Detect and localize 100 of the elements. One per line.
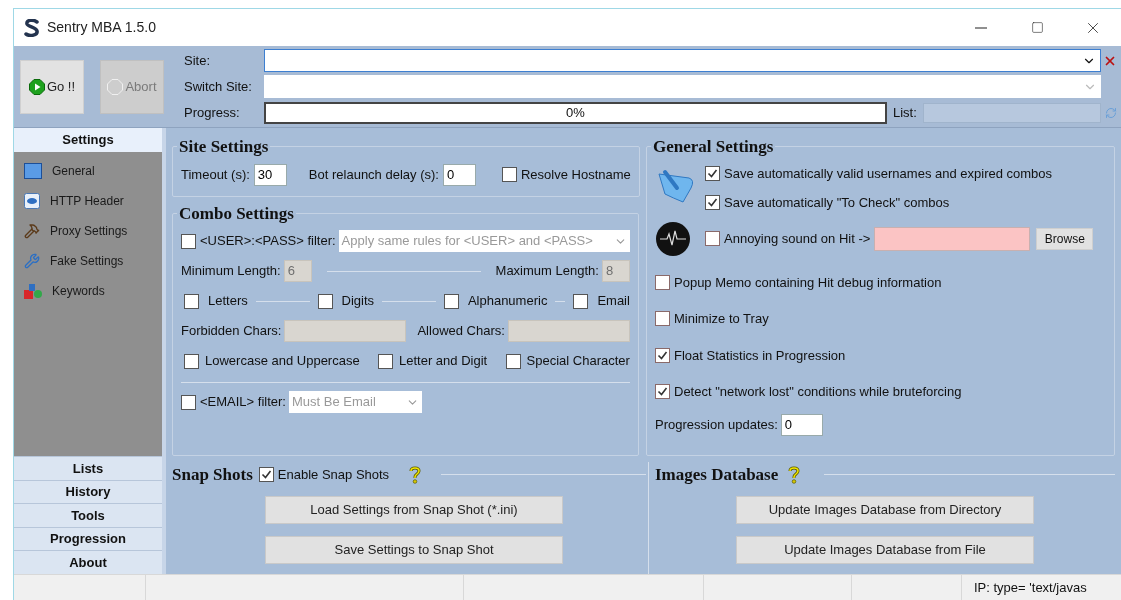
checkbox-label: Lowercase and Uppercase (205, 352, 360, 371)
window-title: Sentry MBA 1.5.0 (47, 18, 156, 37)
sidebar-item[interactable]: Keywords (52, 282, 105, 300)
checkbox-label: Special Character (526, 352, 630, 371)
checkmark-icon (260, 469, 272, 481)
browse-button[interactable]: Browse (1036, 227, 1094, 250)
checkmark-icon (707, 197, 718, 209)
allowed-chars-field[interactable] (507, 320, 630, 342)
sidebar-item[interactable]: HTTP Header (50, 192, 124, 210)
wrench-icon (24, 253, 40, 269)
action-button[interactable]: Update Images Database from Directory (736, 495, 1034, 524)
checkbox[interactable] (181, 394, 196, 410)
input-field[interactable]: 30 (253, 163, 287, 186)
group-title: Images Database (655, 464, 779, 486)
sidebar-item[interactable]: General (52, 162, 95, 180)
field-label: List: (893, 103, 918, 122)
checkbox[interactable] (655, 384, 670, 400)
sidebar-tab[interactable]: About (14, 550, 162, 574)
app-logo-icon (24, 18, 40, 37)
group-title: Combo Settings (178, 202, 295, 225)
sidebar-tab[interactable]: History (14, 479, 162, 504)
checkbox[interactable] (705, 195, 720, 211)
checkmark-icon (657, 349, 668, 361)
checkbox-label: Digits (341, 292, 375, 311)
checkbox[interactable] (501, 167, 517, 182)
field-label: Timeout (s): (181, 165, 250, 184)
checkbox-label: Resolve Hostname (520, 165, 631, 184)
checkbox-label: Enable Snap Shots (277, 466, 390, 484)
field-label: Bot relaunch delay (s): (308, 165, 439, 184)
hammer-icon (24, 223, 40, 239)
field-label: Forbidden Chars: (181, 322, 282, 341)
progress-text: 0% (566, 103, 585, 122)
site-dropdown[interactable] (264, 49, 1101, 72)
forbidden-chars-field[interactable] (284, 320, 407, 342)
checkbox[interactable] (655, 274, 670, 290)
checkbox[interactable] (181, 233, 196, 249)
checkbox[interactable] (317, 293, 333, 309)
checkbox-label: Minimize to Tray (674, 310, 769, 328)
checkbox[interactable] (378, 353, 393, 369)
input-field[interactable]: 6 (283, 260, 312, 282)
checkbox-label: Annoying sound on Hit -> (724, 229, 871, 248)
action-button[interactable]: Load Settings from Snap Shot (*.ini) (265, 495, 563, 524)
checkbox-label: Save automatically valid usernames and expired combos (724, 164, 1053, 183)
checkbox[interactable] (573, 293, 589, 309)
sidebar-tab[interactable]: Lists (14, 456, 162, 480)
sidebar-tab[interactable]: Progression (14, 526, 162, 551)
window-icon (24, 163, 42, 179)
status-text: IP: type= 'text/javas (973, 578, 1088, 597)
input-field[interactable]: 0 (780, 413, 823, 436)
checkbox-label: Float Statistics in Progression (674, 346, 846, 365)
field-label: Progression updates: (655, 415, 778, 434)
sidebar-header[interactable]: Settings (14, 128, 162, 152)
checkbox-label: Email (597, 292, 630, 311)
field-label: Progress: (184, 103, 241, 122)
checkbox[interactable] (184, 353, 199, 369)
field-label: Site: (184, 51, 211, 70)
checkmark-icon (707, 167, 718, 179)
checkbox[interactable] (655, 347, 670, 363)
sound-file-field[interactable] (874, 226, 1031, 251)
action-button[interactable]: Update Images Database from File (736, 535, 1034, 564)
checkbox-label: Letter and Digit (399, 352, 488, 371)
blocks-icon (24, 283, 42, 299)
go-button[interactable]: Go !! (20, 59, 84, 114)
checkbox[interactable] (705, 231, 720, 246)
help-icon (788, 465, 801, 484)
group-title: Site Settings (178, 136, 270, 158)
help-icon (409, 465, 422, 484)
maximize-icon (1030, 21, 1044, 34)
sidebar-item[interactable]: Proxy Settings (50, 222, 128, 240)
field-label: Allowed Chars: (417, 322, 505, 341)
globe-icon (24, 193, 40, 209)
field-label: Minimum Length: (181, 262, 281, 281)
field-label: Maximum Length: (495, 262, 599, 281)
checkbox-label: <USER>:<PASS> filter: (200, 232, 336, 251)
sidebar-item[interactable]: Fake Settings (50, 252, 124, 270)
checkbox[interactable] (258, 467, 274, 483)
input-field[interactable]: 0 (442, 163, 476, 186)
input-field[interactable]: 8 (601, 260, 630, 282)
group-title: General Settings (652, 136, 775, 158)
stop-icon (107, 78, 124, 95)
checkbox[interactable] (184, 293, 199, 309)
checkbox-label: Letters (208, 292, 248, 311)
switch-site-dropdown[interactable] (264, 75, 1101, 98)
checkbox-label: <EMAIL> filter: (200, 393, 286, 412)
sidebar-tab[interactable]: Tools (14, 503, 162, 527)
checkbox[interactable] (655, 311, 670, 327)
checkbox-label: Popup Memo containing Hit debug information (674, 273, 942, 292)
field-label: Switch Site: (184, 77, 253, 96)
sound-wave-icon (655, 220, 691, 257)
checkmark-icon (657, 386, 668, 398)
refresh-icon (1105, 106, 1117, 119)
action-button[interactable]: Save Settings to Snap Shot (265, 535, 563, 564)
checkbox[interactable] (443, 293, 459, 309)
minimize-icon (975, 26, 987, 29)
checkbox-label: Detect "network lost" conditions while bruteforcing (674, 383, 962, 401)
group-title: Snap Shots (172, 464, 253, 486)
checkbox-label: Save automatically "To Check" combos (724, 194, 950, 212)
checkbox[interactable] (505, 353, 521, 369)
checkbox[interactable] (705, 165, 720, 181)
checkbox-label: Alphanumeric (467, 292, 548, 311)
